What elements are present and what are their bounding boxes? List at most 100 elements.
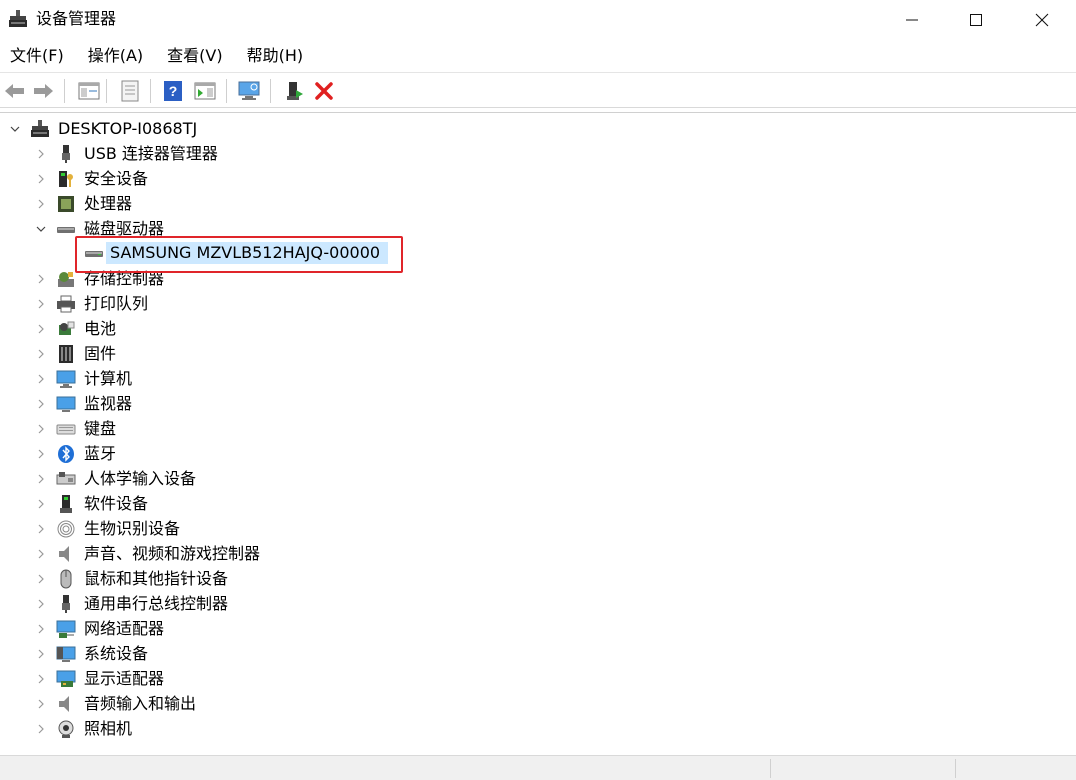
security-device-icon: [59, 171, 73, 187]
tree-category-label: 键盘: [84, 419, 117, 438]
red-highlight-box: [75, 236, 403, 273]
chevron-down-icon[interactable]: [8, 122, 22, 136]
chevron-right-icon[interactable]: [34, 172, 48, 186]
hid-icon: [56, 472, 76, 485]
chevron-right-icon[interactable]: [34, 672, 48, 686]
tree-category[interactable]: 蓝牙: [0, 442, 420, 466]
chevron-right-icon[interactable]: [34, 322, 48, 336]
device-manager-icon: [9, 10, 27, 27]
chevron-right-icon[interactable]: [34, 597, 48, 611]
tree-category[interactable]: 鼠标和其他指针设备: [0, 567, 420, 591]
minimize-button[interactable]: [880, 0, 944, 40]
desktop-computer-icon: [31, 120, 49, 137]
tree-category[interactable]: 打印队列: [0, 292, 420, 316]
tree-category-label: 网络适配器: [84, 619, 165, 638]
chevron-right-icon[interactable]: [34, 197, 48, 211]
menu-help[interactable]: 帮助(H): [237, 42, 314, 70]
tree-category-label: 固件: [84, 344, 117, 363]
tree-category[interactable]: 人体学输入设备: [0, 467, 420, 491]
software-device-icon: [60, 495, 72, 513]
show-hide-console-tree-button[interactable]: [76, 78, 102, 104]
fingerprint-icon: [57, 520, 75, 538]
chevron-right-icon[interactable]: [34, 572, 48, 586]
tree-category[interactable]: 安全设备: [0, 167, 420, 191]
chevron-right-icon[interactable]: [34, 372, 48, 386]
chevron-right-icon[interactable]: [34, 272, 48, 286]
chevron-right-icon[interactable]: [34, 497, 48, 511]
chevron-right-icon[interactable]: [34, 397, 48, 411]
chevron-right-icon[interactable]: [34, 297, 48, 311]
scan-hardware-button[interactable]: [236, 78, 262, 104]
tree-category[interactable]: 生物识别设备: [0, 517, 420, 541]
forward-arrow-icon: [34, 84, 53, 98]
tree-category[interactable]: 照相机: [0, 717, 420, 741]
firmware-icon: [59, 345, 73, 363]
menu-file[interactable]: 文件(F): [0, 42, 74, 70]
tree-category[interactable]: 软件设备: [0, 492, 420, 516]
uninstall-device-button[interactable]: [311, 78, 337, 104]
toolbar: ?: [0, 72, 1076, 108]
tree-category[interactable]: 固件: [0, 342, 420, 366]
chevron-right-icon[interactable]: [34, 522, 48, 536]
scan-hardware-icon: [238, 81, 260, 100]
mouse-icon: [60, 569, 72, 589]
tree-root-label: DESKTOP-I0868TJ: [58, 119, 198, 138]
chevron-right-icon[interactable]: [34, 697, 48, 711]
chevron-right-icon[interactable]: [34, 347, 48, 361]
action-pane-button[interactable]: [192, 78, 218, 104]
menu-view[interactable]: 查看(V): [157, 42, 232, 70]
monitor-icon: [56, 396, 76, 412]
action-pane-icon: [194, 82, 216, 100]
chevron-down-icon[interactable]: [34, 222, 48, 236]
tree-category-label: 处理器: [84, 194, 133, 213]
minimize-icon: [906, 19, 918, 21]
maximize-button[interactable]: [944, 0, 1008, 40]
chevron-right-icon[interactable]: [34, 647, 48, 661]
system-device-icon: [56, 646, 76, 662]
tree-category-label: 人体学输入设备: [84, 469, 197, 488]
svg-text:?: ?: [169, 83, 178, 99]
properties-button[interactable]: [117, 78, 143, 104]
tree-category[interactable]: 显示适配器: [0, 667, 420, 691]
tree-category[interactable]: 监视器: [0, 392, 420, 416]
chevron-right-icon[interactable]: [34, 472, 48, 486]
tree-category-label: 照相机: [84, 719, 133, 738]
tree-category-label: 软件设备: [84, 494, 149, 513]
tree-category[interactable]: 计算机: [0, 367, 420, 391]
maximize-icon: [970, 14, 982, 26]
tree-category-label: 通用串行总线控制器: [84, 594, 229, 613]
tree-category[interactable]: 声音、视频和游戏控制器: [0, 542, 420, 566]
tree-category[interactable]: 处理器: [0, 192, 420, 216]
tree-category-label: 安全设备: [84, 169, 149, 188]
tree-category-label: 蓝牙: [84, 444, 117, 463]
chevron-right-icon[interactable]: [34, 622, 48, 636]
chevron-right-icon[interactable]: [34, 447, 48, 461]
chevron-right-icon[interactable]: [34, 722, 48, 736]
tree-category-label: 计算机: [84, 369, 133, 388]
tree-category-label: 打印队列: [84, 294, 149, 313]
tree-category[interactable]: 通用串行总线控制器: [0, 592, 420, 616]
tree-root[interactable]: DESKTOP-I0868TJ: [0, 117, 300, 141]
tree-category[interactable]: 音频输入和输出: [0, 692, 420, 716]
tree-category[interactable]: USB 连接器管理器: [0, 142, 420, 166]
tree-category-label: USB 连接器管理器: [84, 144, 218, 163]
close-button[interactable]: [1010, 0, 1074, 40]
update-driver-button[interactable]: [281, 78, 307, 104]
menu-action[interactable]: 操作(A): [78, 42, 153, 70]
forward-button[interactable]: [30, 78, 56, 104]
tree-category[interactable]: 键盘: [0, 417, 420, 441]
tree-category[interactable]: 电池: [0, 317, 420, 341]
tree-category-label: 系统设备: [84, 644, 149, 663]
chevron-right-icon[interactable]: [34, 147, 48, 161]
tree-category[interactable]: 网络适配器: [0, 617, 420, 641]
usb-icon: [62, 145, 70, 163]
back-button[interactable]: [2, 78, 28, 104]
disk-drive-icon: [57, 227, 75, 233]
chevron-right-icon[interactable]: [34, 547, 48, 561]
tree-category-label: 电池: [84, 319, 117, 338]
help-button[interactable]: ?: [160, 78, 186, 104]
tree-category[interactable]: 系统设备: [0, 642, 420, 666]
chevron-right-icon[interactable]: [34, 422, 48, 436]
tree-category-label: 显示适配器: [84, 669, 165, 688]
device-tree: DESKTOP-I0868TJ USB 连接器管理器 安全设备 处理器 磁盘驱动器 存储…: [0, 112, 1076, 755]
